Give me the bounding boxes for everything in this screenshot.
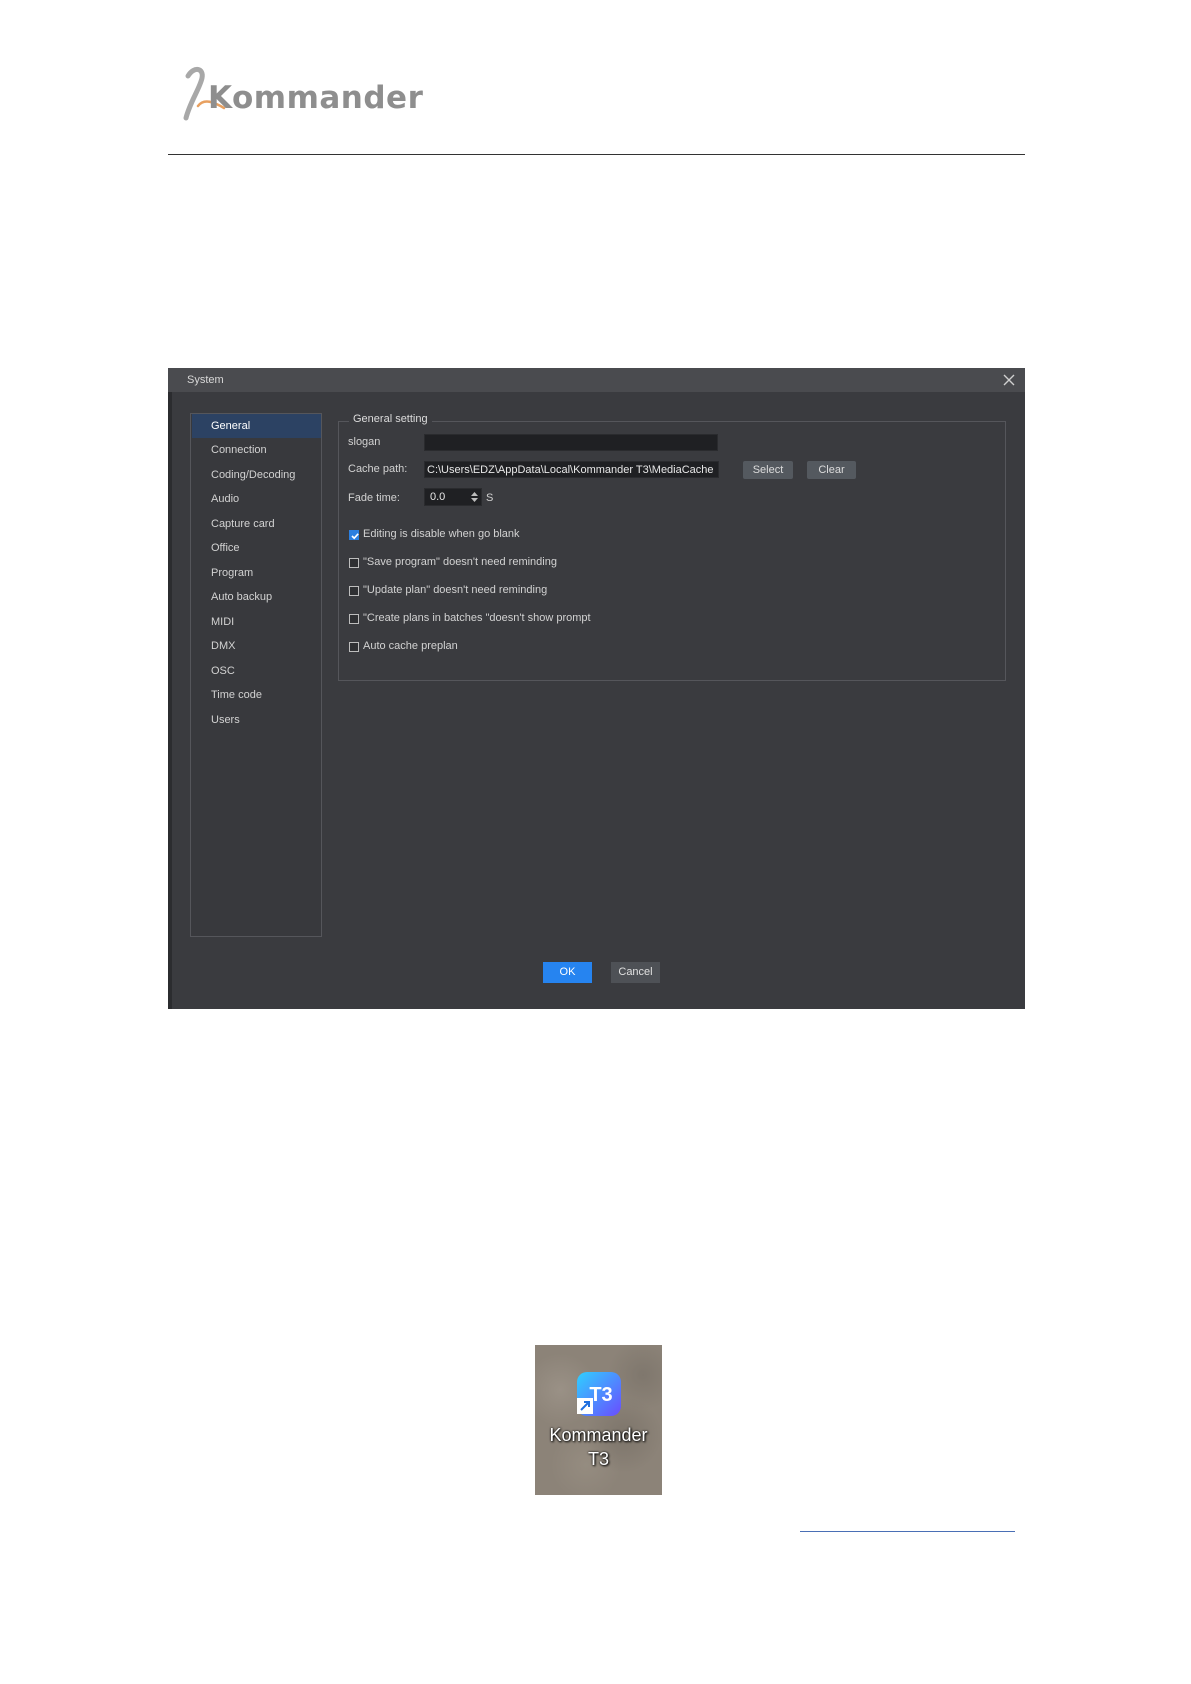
ok-button[interactable]: OK [543, 962, 592, 983]
cache-path-label: Cache path: [348, 463, 408, 475]
logo-text: Kommander [208, 80, 424, 116]
nav-item-osc[interactable]: OSC [192, 659, 321, 683]
close-icon[interactable] [1001, 372, 1017, 388]
settings-nav: General Connection Coding/Decoding Audio… [190, 413, 322, 937]
nav-item-midi[interactable]: MIDI [192, 610, 321, 634]
fade-time-unit: S [486, 492, 494, 504]
nav-item-office[interactable]: Office [192, 536, 321, 560]
checkbox-unchecked-icon[interactable] [349, 558, 359, 568]
checkbox-unchecked-icon[interactable] [349, 586, 359, 596]
checkbox-label: "Update plan" doesn't need reminding [363, 584, 548, 596]
checkbox-unchecked-icon[interactable] [349, 614, 359, 624]
shortcut-label-line2: T3 [587, 1449, 609, 1469]
cancel-button[interactable]: Cancel [611, 962, 660, 983]
checkbox-label: Auto cache preplan [363, 640, 458, 652]
fade-time-label: Fade time: [348, 492, 400, 504]
fade-time-value: 0.0 [430, 491, 446, 503]
cache-path-value: C:\Users\EDZ\AppData\Local\Kommander T3\… [427, 464, 714, 476]
checkbox-checked-icon[interactable] [349, 530, 359, 540]
checkbox-label: "Save program" doesn't need reminding [363, 556, 557, 568]
checkbox-label: Editing is disable when go blank [363, 528, 520, 540]
nav-item-capture-card[interactable]: Capture card [192, 512, 321, 536]
clear-button[interactable]: Clear [807, 461, 856, 479]
nav-item-dmx[interactable]: DMX [192, 634, 321, 658]
cache-path-input[interactable]: C:\Users\EDZ\AppData\Local\Kommander T3\… [424, 461, 719, 478]
nav-item-connection[interactable]: Connection [192, 438, 321, 462]
spin-arrows-icon[interactable] [470, 491, 479, 503]
desktop-shortcut[interactable]: T3 Kommander T3 [535, 1345, 662, 1495]
system-dialog: System General Connection Coding/Decodin… [168, 368, 1025, 1009]
nav-item-general[interactable]: General [192, 414, 321, 438]
nav-item-users[interactable]: Users [192, 708, 321, 732]
group-title: General setting [349, 413, 432, 425]
shortcut-label-line1: Kommander [549, 1425, 648, 1445]
dialog-titlebar: System [168, 368, 1025, 392]
nav-item-auto-backup[interactable]: Auto backup [192, 585, 321, 609]
nav-item-program[interactable]: Program [192, 561, 321, 585]
dialog-title: System [187, 374, 224, 386]
nav-item-audio[interactable]: Audio [192, 487, 321, 511]
link-underline [800, 1531, 1015, 1532]
slogan-label: slogan [348, 436, 381, 448]
kommander-t3-app-icon[interactable]: T3 [575, 1370, 623, 1418]
dialog-edge [168, 368, 172, 1009]
slogan-input[interactable] [424, 434, 718, 451]
kommander-logo: Kommander [180, 62, 423, 128]
fade-time-spinbox[interactable]: 0.0 [424, 488, 482, 506]
nav-item-time-code[interactable]: Time code [192, 683, 321, 707]
header-divider [168, 154, 1025, 155]
select-button[interactable]: Select [743, 461, 793, 479]
checkbox-label: "Create plans in batches "doesn't show p… [363, 612, 591, 624]
nav-item-coding-decoding[interactable]: Coding/Decoding [192, 463, 321, 487]
checkbox-unchecked-icon[interactable] [349, 642, 359, 652]
